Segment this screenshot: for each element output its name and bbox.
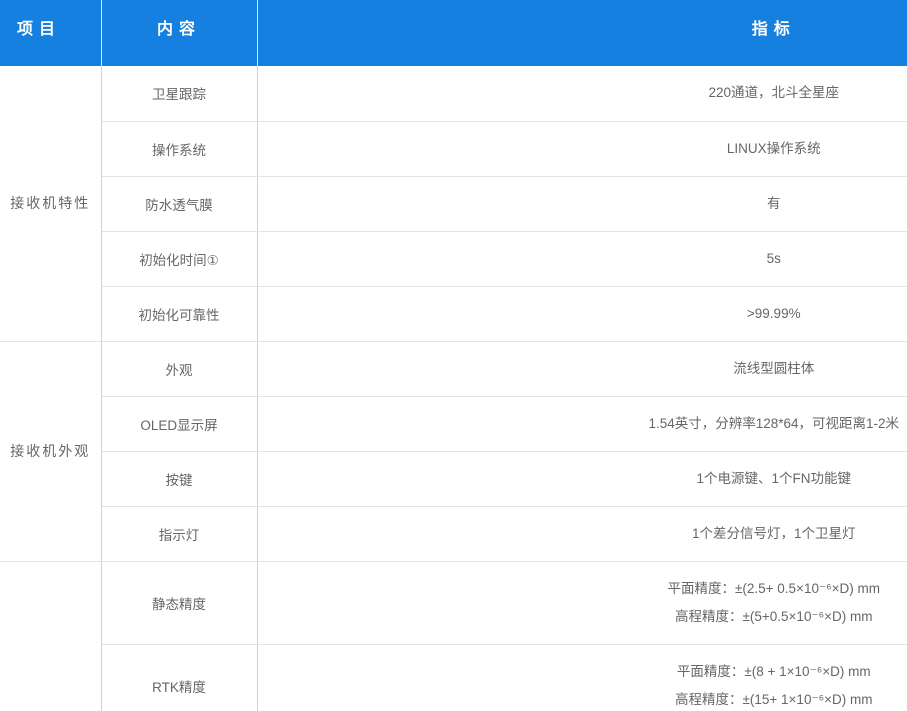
spec-name-cell: 初始化可靠性 — [101, 286, 257, 341]
spec-value-cell: 220通道，北斗全星座 — [257, 66, 907, 121]
spec-value-text-line1: 平面精度：±(2.5+ 0.5×10⁻⁶×D) mm — [258, 575, 907, 603]
table-row: RTK精度 平面精度：±(8 + 1×10⁻⁶×D) mm 高程精度：±(15+… — [0, 644, 907, 711]
group-label-precision — [0, 561, 101, 711]
spec-value-cell: 1个差分信号灯，1个卫星灯 — [257, 506, 907, 561]
spec-value-text: 有 — [258, 190, 907, 218]
spec-value-text: 5s — [258, 245, 907, 273]
spec-value-cell: >99.99% — [257, 286, 907, 341]
table-row: 指示灯 1个差分信号灯，1个卫星灯 — [0, 506, 907, 561]
spec-name-cell: 操作系统 — [101, 121, 257, 176]
spec-name-cell: RTK精度 — [101, 644, 257, 711]
spec-value-text: 流线型圆柱体 — [258, 355, 907, 383]
header-cell-spec: 指标 — [257, 0, 907, 66]
spec-name-cell: 按键 — [101, 451, 257, 506]
spec-value-text: 1.54英寸，分辨率128*64，可视距离1-2米 — [258, 410, 907, 438]
table-row: 静态精度 平面精度：±(2.5+ 0.5×10⁻⁶×D) mm 高程精度：±(5… — [0, 561, 907, 644]
group-label-receiver-appearance: 接收机外观 — [0, 341, 101, 561]
spec-value-cell: 平面精度：±(8 + 1×10⁻⁶×D) mm 高程精度：±(15+ 1×10⁻… — [257, 644, 907, 711]
spec-value-text: >99.99% — [258, 300, 907, 328]
spec-value-cell: 平面精度：±(2.5+ 0.5×10⁻⁶×D) mm 高程精度：±(5+0.5×… — [257, 561, 907, 644]
group-label-receiver-features: 接收机特性 — [0, 66, 101, 341]
spec-table-viewport: 项目 内容 指标 接收机特性 卫星跟踪 220通道，北斗全星座 操作系统 LIN… — [0, 0, 907, 711]
spec-value-cell: 流线型圆柱体 — [257, 341, 907, 396]
spec-table: 项目 内容 指标 接收机特性 卫星跟踪 220通道，北斗全星座 操作系统 LIN… — [0, 0, 907, 711]
header-cell-item: 项目 — [0, 0, 101, 66]
spec-value-text: LINUX操作系统 — [258, 135, 907, 163]
spec-name-cell: OLED显示屏 — [101, 396, 257, 451]
spec-name-cell: 外观 — [101, 341, 257, 396]
spec-value-cell: 1.54英寸，分辨率128*64，可视距离1-2米 — [257, 396, 907, 451]
table-row: 接收机外观 外观 流线型圆柱体 — [0, 341, 907, 396]
spec-value-text: 220通道，北斗全星座 — [258, 79, 907, 107]
spec-name-cell: 防水透气膜 — [101, 176, 257, 231]
spec-name-cell: 卫星跟踪 — [101, 66, 257, 121]
spec-name-cell: 初始化时间① — [101, 231, 257, 286]
header-cell-content: 内容 — [101, 0, 257, 66]
spec-value-text: 1个电源键、1个FN功能键 — [258, 465, 907, 493]
spec-name-cell: 指示灯 — [101, 506, 257, 561]
spec-value-text-line2: 高程精度：±(5+0.5×10⁻⁶×D) mm — [258, 603, 907, 631]
spec-value-text-line2: 高程精度：±(15+ 1×10⁻⁶×D) mm — [258, 686, 907, 711]
table-row: OLED显示屏 1.54英寸，分辨率128*64，可视距离1-2米 — [0, 396, 907, 451]
table-row: 按键 1个电源键、1个FN功能键 — [0, 451, 907, 506]
table-row: 接收机特性 卫星跟踪 220通道，北斗全星座 — [0, 66, 907, 121]
spec-value-text-line1: 平面精度：±(8 + 1×10⁻⁶×D) mm — [258, 658, 907, 686]
table-row: 防水透气膜 有 — [0, 176, 907, 231]
spec-value-cell: LINUX操作系统 — [257, 121, 907, 176]
table-row: 初始化可靠性 >99.99% — [0, 286, 907, 341]
spec-value-cell: 5s — [257, 231, 907, 286]
table-row: 初始化时间① 5s — [0, 231, 907, 286]
spec-name-cell: 静态精度 — [101, 561, 257, 644]
table-row: 操作系统 LINUX操作系统 — [0, 121, 907, 176]
spec-value-cell: 有 — [257, 176, 907, 231]
spec-value-text: 1个差分信号灯，1个卫星灯 — [258, 520, 907, 548]
header-row: 项目 内容 指标 — [0, 0, 907, 66]
spec-value-cell: 1个电源键、1个FN功能键 — [257, 451, 907, 506]
